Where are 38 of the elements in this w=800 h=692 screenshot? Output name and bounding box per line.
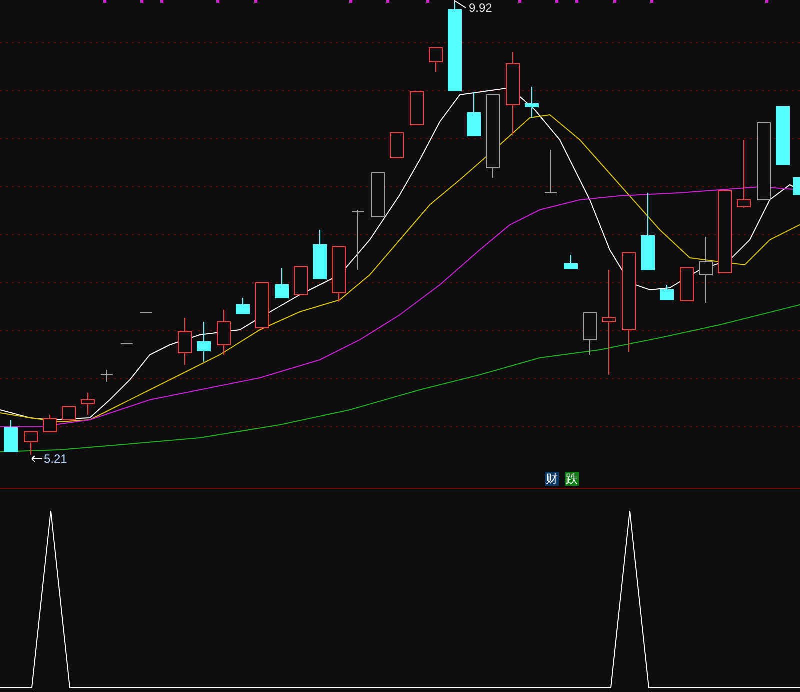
candlestick	[660, 284, 674, 300]
leader-line	[454, 0, 466, 8]
candlestick	[793, 178, 800, 196]
candlestick	[390, 132, 404, 158]
signal-badge: 跌	[565, 472, 579, 486]
candlestick	[410, 92, 424, 126]
candlestick	[140, 312, 152, 314]
candlestick	[680, 268, 694, 302]
candlestick	[776, 106, 790, 166]
candlestick	[429, 48, 443, 72]
candlestick	[467, 92, 481, 136]
candlestick	[100, 370, 114, 382]
candlestick	[294, 266, 308, 296]
candlestick	[217, 310, 231, 356]
candlestick	[4, 420, 18, 452]
candlestick	[236, 298, 250, 314]
low-price-label: 5.21	[44, 452, 68, 466]
candlestick	[313, 230, 327, 280]
candlestick	[525, 86, 539, 118]
candlestick	[197, 322, 211, 362]
candlestick	[699, 236, 713, 304]
candlestick	[275, 268, 289, 298]
candlestick	[352, 210, 364, 270]
candlestick	[62, 406, 76, 420]
candlestick	[332, 246, 346, 302]
signal-badge: 财	[545, 472, 559, 486]
candlestick	[81, 392, 95, 416]
candlestick	[737, 140, 751, 208]
left-arrow-icon	[32, 456, 42, 462]
candlestick	[43, 414, 57, 432]
candlestick	[583, 312, 597, 356]
candlestick	[178, 318, 192, 366]
candlestick	[371, 172, 385, 218]
candlestick	[544, 150, 558, 194]
candlestick	[24, 432, 38, 456]
candlestick	[564, 254, 578, 270]
candlestick	[255, 282, 269, 330]
high-price-label: 9.92	[469, 1, 492, 15]
